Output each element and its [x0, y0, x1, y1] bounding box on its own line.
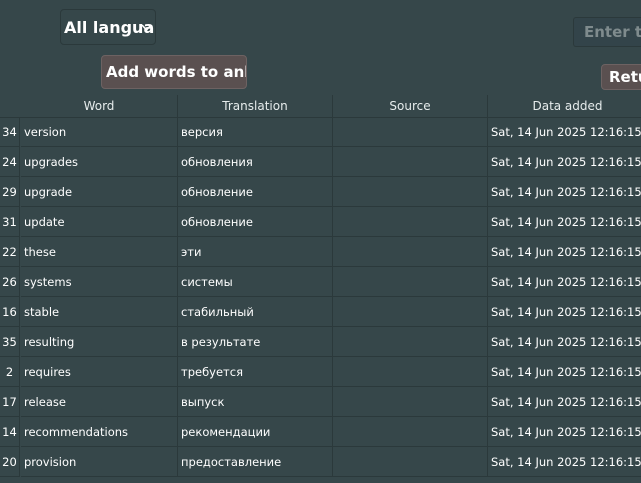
cell-source[interactable]: [333, 447, 488, 477]
cell-word[interactable]: resulting: [21, 327, 178, 357]
row-number[interactable]: 16: [0, 297, 20, 327]
cell-translation[interactable]: стабильный: [178, 297, 333, 327]
cell-word[interactable]: upgrade: [21, 177, 178, 207]
table-row[interactable]: 35 resulting в результате Sat, 14 Jun 2025 …: [0, 327, 641, 357]
cell-word[interactable]: stable: [21, 297, 178, 327]
cell-source[interactable]: [333, 357, 488, 387]
chevron-down-icon: [141, 24, 152, 32]
cell-source[interactable]: [333, 327, 488, 357]
row-number[interactable]: 24: [0, 147, 20, 177]
row-number[interactable]: 35: [0, 327, 20, 357]
add-words-to-anki-button[interactable]: Add words to anki: [101, 55, 247, 89]
row-number[interactable]: 17: [0, 387, 20, 417]
cell-source[interactable]: [333, 147, 488, 177]
cell-translation[interactable]: обновление: [178, 207, 333, 237]
table-header: Word Translation Source Data added: [0, 95, 641, 118]
cell-translation[interactable]: в результате: [178, 327, 333, 357]
table-row[interactable]: 29 upgrade обновление Sat, 14 Jun 2025 12:1…: [0, 177, 641, 207]
cell-source[interactable]: [333, 387, 488, 417]
row-number[interactable]: 14: [0, 417, 20, 447]
cell-source[interactable]: [333, 297, 488, 327]
header-source[interactable]: Source: [333, 95, 488, 117]
cell-source[interactable]: [333, 177, 488, 207]
cell-word[interactable]: release: [21, 387, 178, 417]
table-row[interactable]: 2 requires требуется Sat, 14 Jun 2025 12:16…: [0, 357, 641, 387]
cell-translation[interactable]: рекомендации: [178, 417, 333, 447]
cell-translation[interactable]: системы: [178, 267, 333, 297]
cell-word[interactable]: update: [21, 207, 178, 237]
table-row[interactable]: 31 update обновление Sat, 14 Jun 2025 12:16…: [0, 207, 641, 237]
table-row[interactable]: 24 upgrades обновления Sat, 14 Jun 2025 12:…: [0, 147, 641, 177]
cell-data-added[interactable]: Sat, 14 Jun 2025 12:16:15 ...: [488, 387, 641, 417]
return-button[interactable]: Retu: [601, 64, 641, 90]
search-input[interactable]: [573, 17, 641, 47]
cell-translation[interactable]: эти: [178, 237, 333, 267]
cell-data-added[interactable]: Sat, 14 Jun 2025 12:16:15 ...: [488, 357, 641, 387]
row-number[interactable]: 31: [0, 207, 20, 237]
cell-word[interactable]: version: [21, 117, 178, 147]
cell-source[interactable]: [333, 207, 488, 237]
cell-translation[interactable]: выпуск: [178, 387, 333, 417]
cell-word[interactable]: provision: [21, 447, 178, 477]
row-number[interactable]: 26: [0, 267, 20, 297]
cell-data-added[interactable]: Sat, 14 Jun 2025 12:16:15 ...: [488, 147, 641, 177]
cell-data-added[interactable]: Sat, 14 Jun 2025 12:16:15 ...: [488, 117, 641, 147]
cell-source[interactable]: [333, 267, 488, 297]
cell-source[interactable]: [333, 237, 488, 267]
cell-data-added[interactable]: Sat, 14 Jun 2025 12:16:15 ...: [488, 447, 641, 477]
cell-data-added[interactable]: Sat, 14 Jun 2025 12:16:15 ...: [488, 327, 641, 357]
header-word[interactable]: Word: [21, 95, 178, 117]
cell-translation[interactable]: предоставление: [178, 447, 333, 477]
cell-source[interactable]: [333, 417, 488, 447]
row-number[interactable]: 2: [0, 357, 20, 387]
row-number[interactable]: 20: [0, 447, 20, 477]
language-select[interactable]: All langua: [60, 9, 156, 45]
cell-word[interactable]: these: [21, 237, 178, 267]
cell-translation[interactable]: обновление: [178, 177, 333, 207]
cell-data-added[interactable]: Sat, 14 Jun 2025 12:16:15 ...: [488, 417, 641, 447]
cell-data-added[interactable]: Sat, 14 Jun 2025 12:16:15 ...: [488, 177, 641, 207]
cell-data-added[interactable]: Sat, 14 Jun 2025 12:16:15 ...: [488, 207, 641, 237]
cell-word[interactable]: upgrades: [21, 147, 178, 177]
row-number[interactable]: 34: [0, 117, 20, 147]
cell-word[interactable]: recommendations: [21, 417, 178, 447]
row-number[interactable]: 22: [0, 237, 20, 267]
cell-translation[interactable]: обновления: [178, 147, 333, 177]
cell-data-added[interactable]: Sat, 14 Jun 2025 12:16:15 ...: [488, 267, 641, 297]
table-row[interactable]: 20 provision предоставление Sat, 14 Jun 202…: [0, 447, 641, 477]
cell-translation[interactable]: версия: [178, 117, 333, 147]
table-row[interactable]: 22 these эти Sat, 14 Jun 2025 12:16:15 ...: [0, 237, 641, 267]
table-row[interactable]: 14 recommendations рекомендации Sat, 14 Jun…: [0, 417, 641, 447]
cell-source[interactable]: [333, 117, 488, 147]
table-row[interactable]: 17 release выпуск Sat, 14 Jun 2025 12:16:15…: [0, 387, 641, 417]
row-number[interactable]: 29: [0, 177, 20, 207]
header-data-added[interactable]: Data added: [488, 95, 641, 117]
words-table: Word Translation Source Data added 34 ver…: [0, 95, 641, 483]
cell-data-added[interactable]: Sat, 14 Jun 2025 12:16:15 ...: [488, 237, 641, 267]
cell-data-added[interactable]: Sat, 14 Jun 2025 12:16:15 ...: [488, 297, 641, 327]
table-row[interactable]: 34 version версия Sat, 14 Jun 2025 12:16:15…: [0, 117, 641, 147]
cell-translation[interactable]: требуется: [178, 357, 333, 387]
cell-word[interactable]: systems: [21, 267, 178, 297]
table-row[interactable]: 16 stable стабильный Sat, 14 Jun 2025 12:16…: [0, 297, 641, 327]
cell-word[interactable]: requires: [21, 357, 178, 387]
header-translation[interactable]: Translation: [178, 95, 333, 117]
table-row[interactable]: 26 systems системы Sat, 14 Jun 2025 12:16:1…: [0, 267, 641, 297]
